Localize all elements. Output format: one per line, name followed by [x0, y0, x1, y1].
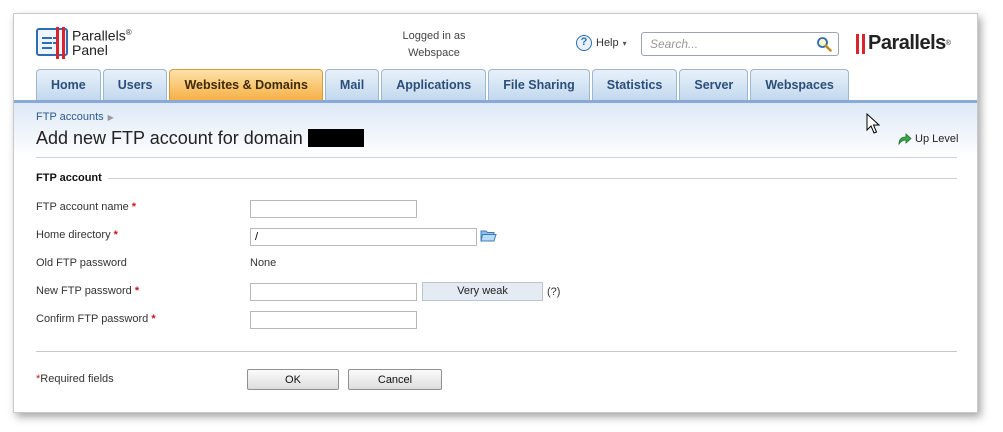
help-label: Help: [596, 37, 619, 49]
search-icon[interactable]: [816, 36, 832, 52]
ok-button[interactable]: OK: [247, 369, 339, 390]
required-mark: *: [113, 229, 118, 241]
required-mark: *: [131, 201, 137, 213]
logo-reg: ®: [125, 28, 132, 37]
logo-line2: Panel: [72, 41, 108, 58]
label-text: Confirm FTP password: [36, 313, 149, 325]
breadcrumb[interactable]: FTP accounts ▶: [36, 111, 114, 123]
tab-home[interactable]: Home: [36, 69, 101, 100]
label-text: New FTP password: [36, 285, 132, 297]
parallels-brand-logo: Parallels ®: [856, 32, 951, 55]
search-input[interactable]: [650, 34, 818, 54]
search-box: [641, 32, 839, 56]
logged-in-user[interactable]: Webspace: [394, 45, 474, 62]
tab-websites-domains[interactable]: Websites & Domains: [169, 69, 323, 100]
tab-webspaces[interactable]: Webspaces: [750, 69, 849, 100]
up-level-button[interactable]: Up Level: [896, 131, 958, 147]
tab-mail[interactable]: Mail: [324, 69, 380, 100]
page-title: Add new FTP account for domain: [36, 128, 364, 149]
section-divider: [108, 178, 957, 179]
divider: [36, 157, 957, 158]
old-ftp-password-value: None: [250, 257, 277, 269]
logo-text: Parallels® Panel: [72, 26, 132, 57]
required-note-text: Required fields: [40, 373, 114, 385]
form-divider: [36, 351, 957, 352]
brand-reg: ®: [945, 40, 951, 47]
breadcrumb-ftp-accounts[interactable]: FTP accounts: [36, 111, 104, 123]
brand-name: Parallels: [868, 32, 946, 54]
section-title: FTP account: [36, 172, 102, 184]
confirm-ftp-password-field[interactable]: [250, 311, 417, 329]
tab-file-sharing[interactable]: File Sharing: [488, 69, 590, 100]
main-tabs: Home Users Websites & Domains Mail Appli…: [36, 69, 849, 100]
brand-bars: [856, 33, 865, 54]
required-mark: *: [151, 313, 156, 325]
logged-in-info: Logged in as Webspace: [394, 28, 474, 62]
cancel-button[interactable]: Cancel: [348, 369, 442, 390]
window-frame: Parallels® Panel Logged in as Webspace ?…: [13, 13, 978, 413]
chevron-down-icon: ▾: [622, 38, 627, 48]
home-directory-field[interactable]: [250, 228, 477, 246]
folder-icon[interactable]: [480, 228, 497, 243]
tab-applications[interactable]: Applications: [381, 69, 487, 100]
required-fields-note: *Required fields: [36, 373, 114, 385]
help-menu[interactable]: ? Help ▾: [576, 35, 627, 51]
chevron-right-icon: ▶: [107, 113, 114, 122]
ftp-account-name-field[interactable]: [250, 200, 417, 218]
up-level-label: Up Level: [915, 133, 959, 145]
new-ftp-password-field[interactable]: [250, 283, 417, 301]
home-directory-label: Home directory *: [36, 229, 118, 241]
label-text: Home directory: [36, 229, 111, 241]
tab-statistics[interactable]: Statistics: [591, 69, 678, 100]
confirm-ftp-password-label: Confirm FTP password *: [36, 313, 156, 325]
help-icon: ?: [576, 35, 592, 51]
logo-bars: [56, 27, 66, 59]
logged-in-label: Logged in as: [402, 30, 466, 42]
page-title-text: Add new FTP account for domain: [36, 128, 303, 148]
redacted-domain: [307, 129, 364, 147]
new-ftp-password-label: New FTP password *: [36, 285, 139, 297]
password-strength-indicator: Very weak: [422, 282, 543, 301]
ftp-account-name-label: FTP account name *: [36, 201, 136, 213]
label-text: FTP account name: [36, 201, 129, 213]
parallels-panel-logo[interactable]: Parallels® Panel: [36, 26, 146, 60]
up-level-icon: [898, 133, 912, 146]
password-strength-help[interactable]: (?): [547, 286, 560, 298]
tab-users[interactable]: Users: [102, 69, 168, 100]
required-mark: *: [134, 285, 140, 297]
old-ftp-password-label: Old FTP password: [36, 257, 127, 269]
tab-server[interactable]: Server: [679, 69, 749, 100]
mouse-cursor-icon: [866, 113, 880, 134]
